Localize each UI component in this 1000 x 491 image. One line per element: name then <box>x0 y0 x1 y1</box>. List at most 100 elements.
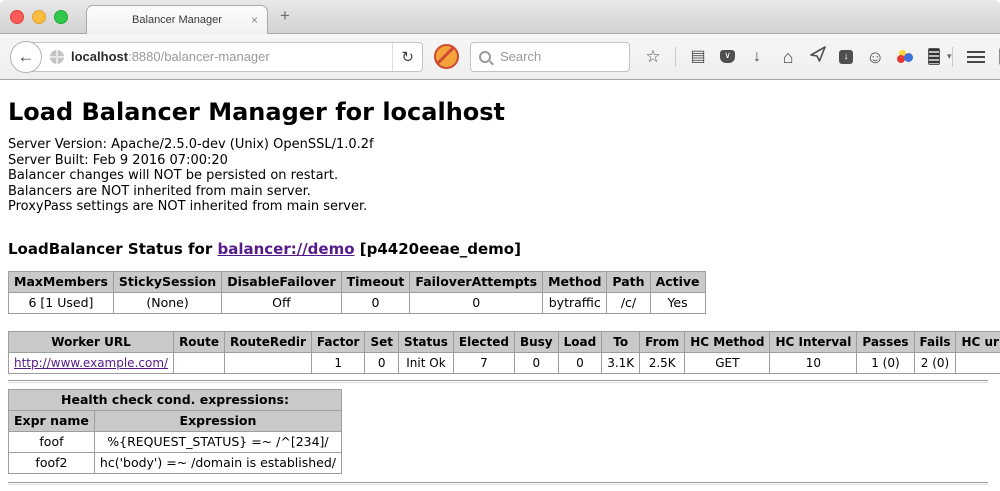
search-input[interactable] <box>498 48 602 65</box>
worker-header-cell: Passes <box>857 331 914 352</box>
server-info-line: Server Version: Apache/2.5.0-dev (Unix) … <box>8 137 992 153</box>
titlebar: Balancer Manager × + <box>0 0 1000 34</box>
table-row: foof2hc('body') =~ /domain is establishe… <box>9 452 342 473</box>
balancer-value-cell: bytraffic <box>543 292 607 313</box>
url-text[interactable]: localhost:8880/balancer-manager <box>71 49 392 64</box>
reading-list-icon[interactable]: ▤ <box>689 48 707 66</box>
url-path: :8880/balancer-manager <box>128 49 270 64</box>
worker-value-cell: 7 <box>453 352 514 373</box>
worker-url-cell: http://www.example.com/ <box>9 352 174 373</box>
worker-header-cell: HC uri <box>956 331 1000 352</box>
worker-header-cell: HC Interval <box>770 331 857 352</box>
worker-value-cell: 1 <box>311 352 365 373</box>
send-plane-icon[interactable] <box>810 46 826 67</box>
content-blocker-icon[interactable] <box>434 44 459 69</box>
back-button[interactable]: ← <box>10 41 42 73</box>
pocket-icon[interactable]: ∨ <box>720 50 735 63</box>
new-tab-button[interactable]: + <box>280 6 290 26</box>
balancer-header-cell: DisableFailover <box>222 271 341 292</box>
close-window-button[interactable] <box>10 10 24 24</box>
battery-extension-icon[interactable] <box>928 48 940 65</box>
toolbar-icons: ☆ ▤ ∨ ↓ ⌂ ↓ ☺ ▾ <box>644 46 952 67</box>
server-info-line: Server Built: Feb 9 2016 07:00:20 <box>8 153 992 169</box>
tab-title: Balancer Manager <box>132 14 222 26</box>
balancer-header-cell: Method <box>543 271 607 292</box>
server-info-line: Balancers are NOT inherited from main se… <box>8 184 992 200</box>
health-header-cell: Expr name <box>9 410 95 431</box>
traffic-lights <box>10 10 68 24</box>
worker-header-cell: Busy <box>514 331 558 352</box>
server-info: Server Version: Apache/2.5.0-dev (Unix) … <box>8 137 992 215</box>
minimize-window-button[interactable] <box>32 10 46 24</box>
table-row: 6 [1 Used](None)Off00bytraffic/c/Yes <box>9 292 706 313</box>
balancer-header-cell: MaxMembers <box>9 271 114 292</box>
search-icon <box>479 51 491 63</box>
worker-header-cell: Status <box>399 331 454 352</box>
menu-icon[interactable] <box>967 51 985 53</box>
balancer-header-cell: Timeout <box>341 271 410 292</box>
worker-header-cell: RouteRedir <box>224 331 311 352</box>
extension-dots-icon[interactable] <box>897 49 915 65</box>
health-table-title: Health check cond. expressions: <box>9 389 342 410</box>
server-info-line: Balancer changes will NOT be persisted o… <box>8 168 992 184</box>
balancer-value-cell: 6 [1 Used] <box>9 292 114 313</box>
worker-value-cell: 10 <box>770 352 857 373</box>
worker-value-cell <box>224 352 311 373</box>
search-box[interactable] <box>470 42 630 72</box>
worker-value-cell: 2.5K <box>640 352 685 373</box>
page-title: Load Balancer Manager for localhost <box>8 98 992 126</box>
table-header-row: Worker URLRouteRouteRedirFactorSetStatus… <box>9 331 1000 352</box>
worker-header-cell: To <box>602 331 640 352</box>
worker-value-cell: 0 <box>365 352 399 373</box>
chat-smiley-icon[interactable]: ☺ <box>866 48 884 66</box>
balancer-demo-link[interactable]: balancer://demo <box>217 240 354 258</box>
worker-header-cell: From <box>640 331 685 352</box>
balancer-settings-table: MaxMembersStickySessionDisableFailoverTi… <box>8 271 706 314</box>
page-content: Load Balancer Manager for localhost Serv… <box>0 80 1000 485</box>
page-bottom-divider <box>8 482 988 485</box>
balancer-header-cell: Path <box>607 271 650 292</box>
worker-value-cell: 1 (0) <box>857 352 914 373</box>
table-header-row: Expr nameExpression <box>9 410 342 431</box>
zoom-window-button[interactable] <box>54 10 68 24</box>
balancer-value-cell: (None) <box>113 292 221 313</box>
worker-status-table: Worker URLRouteRouteRedirFactorSetStatus… <box>8 331 1000 374</box>
worker-value-cell: 0 <box>514 352 558 373</box>
bookmark-star-icon[interactable]: ☆ <box>644 48 662 66</box>
navigation-toolbar: ← localhost:8880/balancer-manager ↻ ☆ ▤ … <box>0 34 1000 80</box>
server-info-line: ProxyPass settings are NOT inherited fro… <box>8 199 992 215</box>
table-title-row: Health check cond. expressions: <box>9 389 342 410</box>
worker-header-cell: Worker URL <box>9 331 174 352</box>
tab-balancer-manager[interactable]: Balancer Manager × <box>86 5 268 34</box>
table-row: http://www.example.com/ 10Init Ok7003.1K… <box>9 352 1000 373</box>
health-value-cell: %{REQUEST_STATUS} =~ /^[234]/ <box>94 431 341 452</box>
video-download-icon[interactable]: ↓ <box>839 50 853 64</box>
health-value-cell: foof <box>9 431 95 452</box>
balancer-value-cell: 0 <box>341 292 410 313</box>
worker-header-cell: Set <box>365 331 399 352</box>
table-header-row: MaxMembersStickySessionDisableFailoverTi… <box>9 271 706 292</box>
balancer-value-cell: /c/ <box>607 292 650 313</box>
worker-header-cell: Route <box>174 331 225 352</box>
worker-url-link[interactable]: http://www.example.com/ <box>14 356 168 370</box>
toolbar-divider <box>675 47 676 67</box>
worker-value-cell: GET <box>685 352 770 373</box>
status-heading-suffix: [p4420eeae_demo] <box>355 240 521 258</box>
worker-value-cell: 3.1K <box>602 352 640 373</box>
downloads-icon[interactable]: ↓ <box>748 48 766 66</box>
worker-header-cell: Elected <box>453 331 514 352</box>
worker-value-cell <box>956 352 1000 373</box>
section-divider <box>8 380 988 383</box>
url-host: localhost <box>71 49 128 64</box>
health-check-table: Health check cond. expressions: Expr nam… <box>8 389 342 474</box>
status-heading-prefix: LoadBalancer Status for <box>8 240 217 258</box>
home-icon[interactable]: ⌂ <box>779 48 797 66</box>
health-value-cell: foof2 <box>9 452 95 473</box>
health-header-cell: Expression <box>94 410 341 431</box>
balancer-header-cell: StickySession <box>113 271 221 292</box>
tab-close-icon[interactable]: × <box>251 13 258 27</box>
url-bar[interactable]: localhost:8880/balancer-manager ↻ <box>27 42 423 72</box>
worker-header-cell: Fails <box>914 331 956 352</box>
reload-button[interactable]: ↻ <box>392 43 422 71</box>
balancer-value-cell: 0 <box>410 292 543 313</box>
